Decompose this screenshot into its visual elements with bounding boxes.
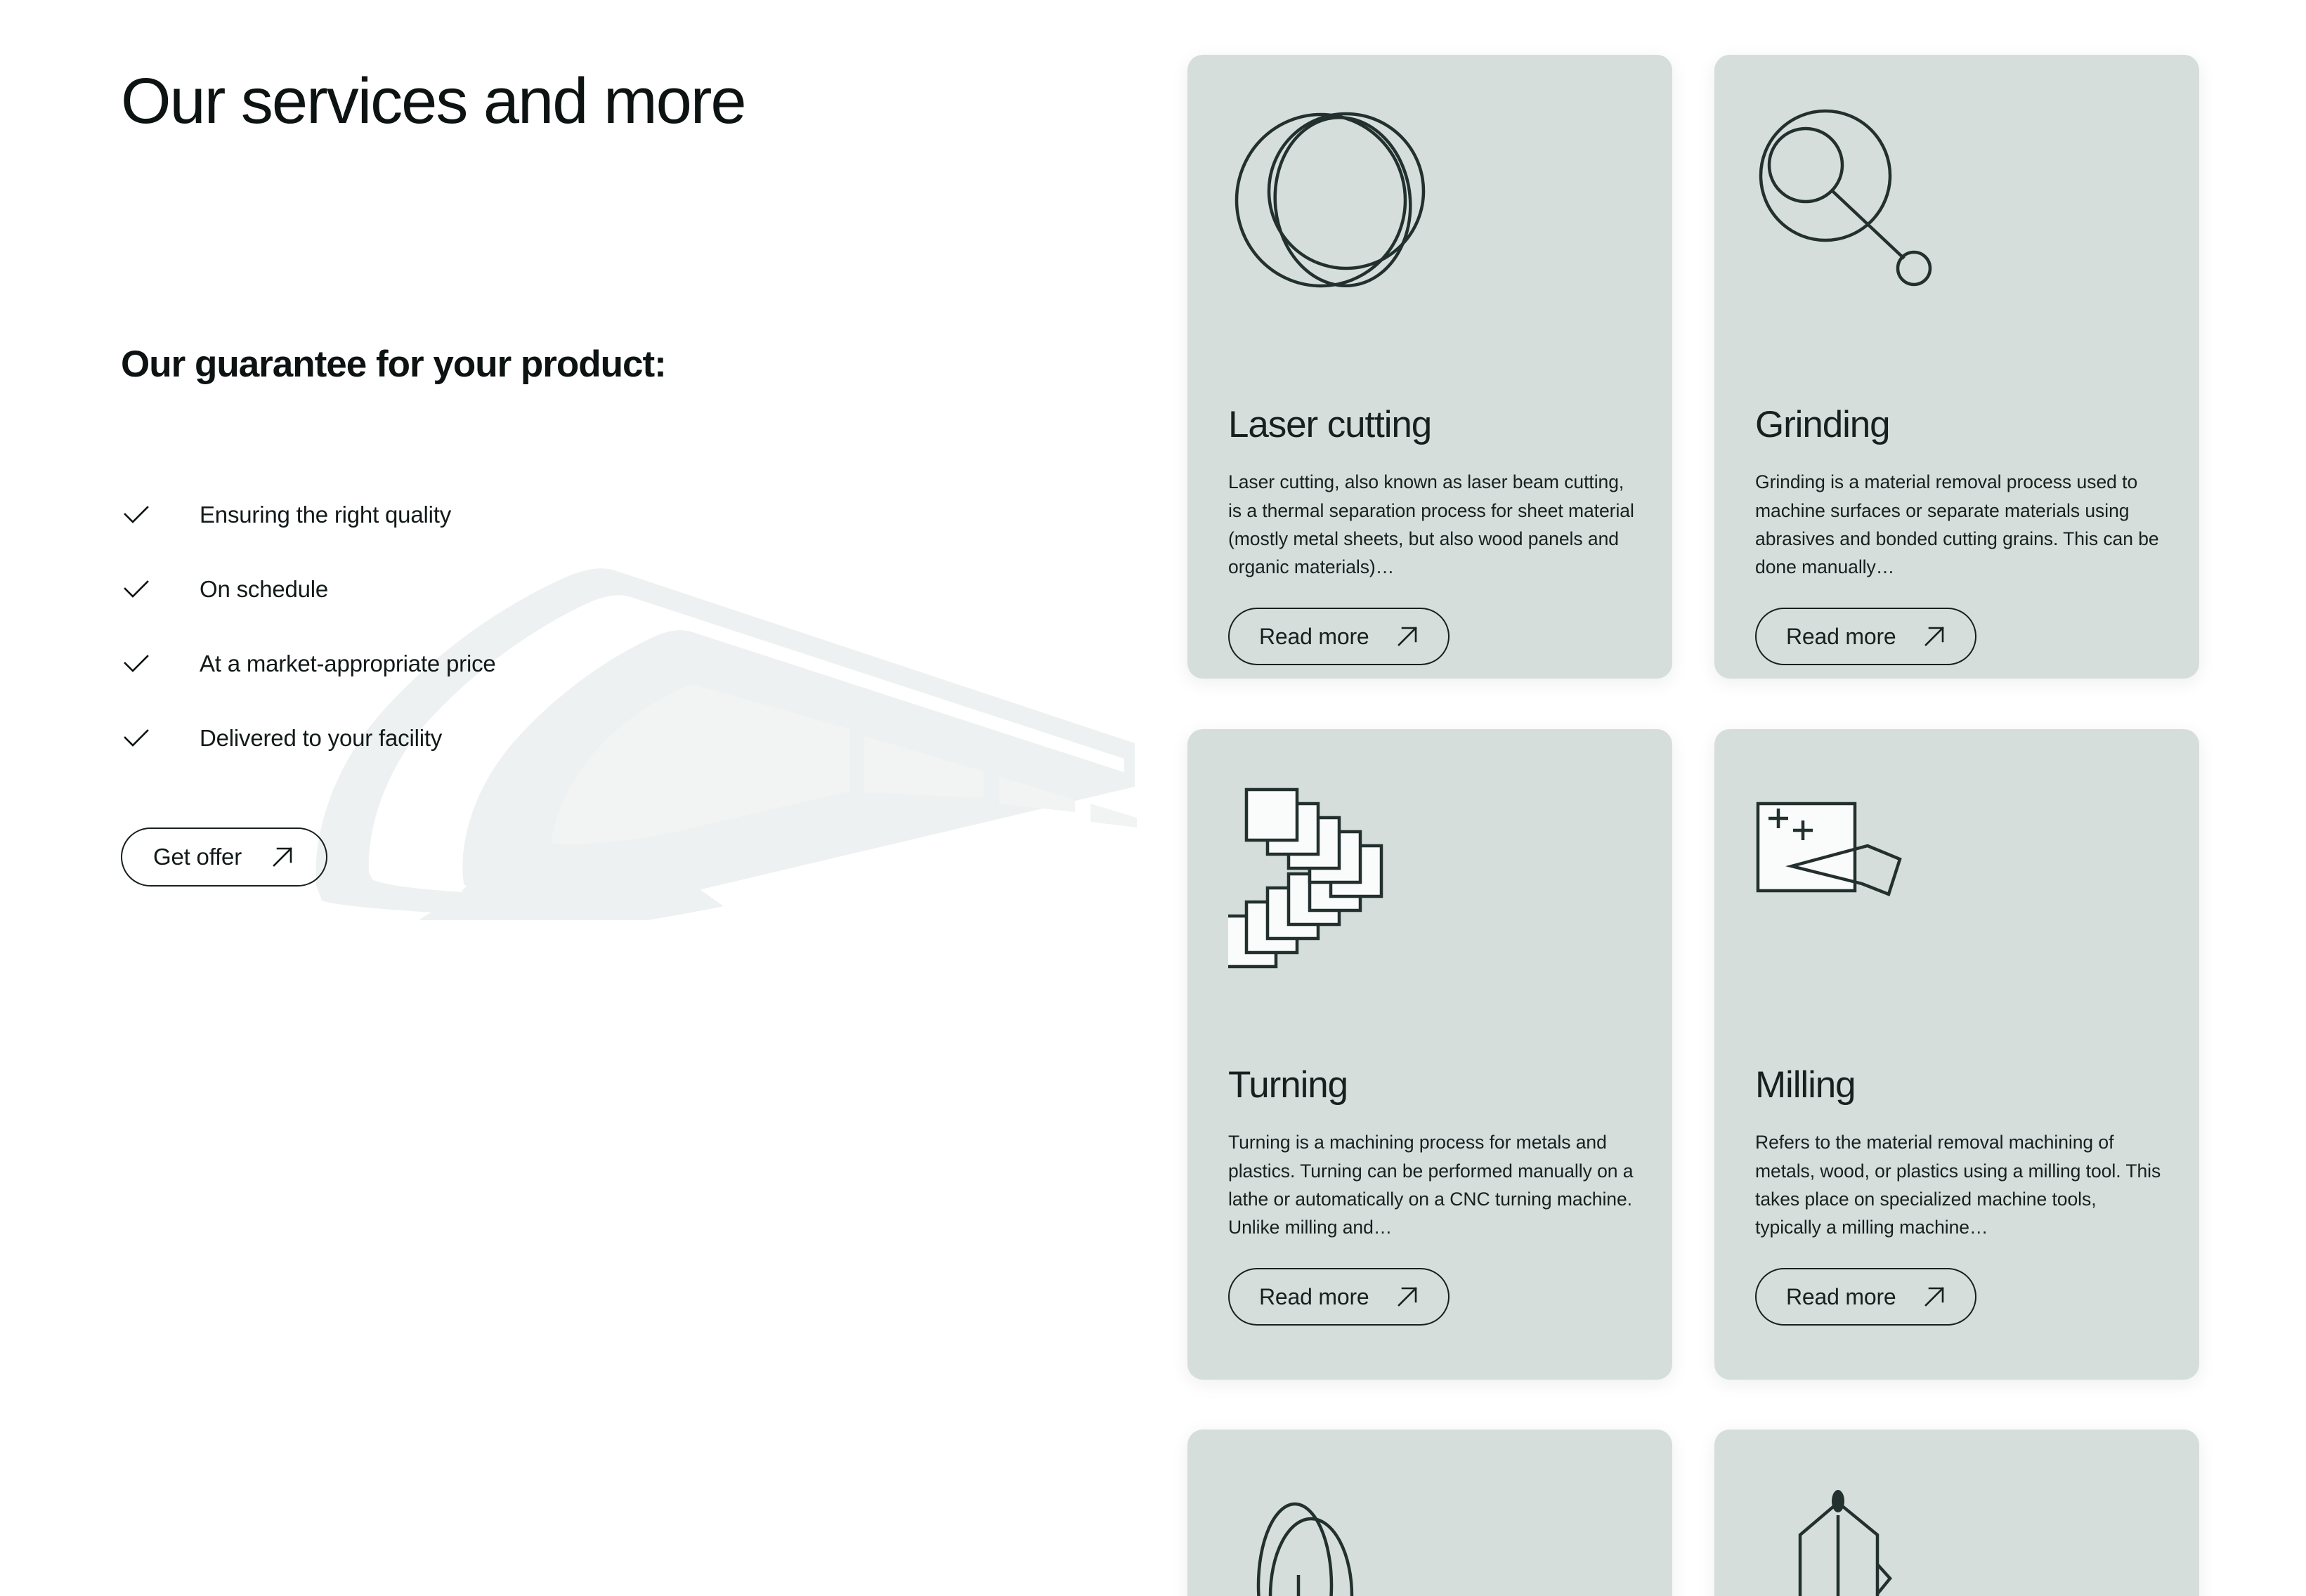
guarantee-heading: Our guarantee for your product:: [121, 344, 667, 385]
guarantee-item: At a market-appropriate price: [121, 627, 496, 701]
get-offer-button[interactable]: Get offer: [121, 828, 327, 887]
service-card-partial-left[interactable]: [1187, 1430, 1672, 1596]
guarantee-item-label: At a market-appropriate price: [200, 650, 496, 676]
arrow-up-right-icon: [273, 847, 292, 867]
read-more-button-label: Read more: [1786, 623, 1896, 649]
card-body: Turning Turning is a machining process f…: [1228, 1064, 1644, 1326]
read-more-button[interactable]: Read more: [1755, 1268, 1976, 1326]
guarantee-item: Delivered to your facility: [121, 701, 496, 776]
services-card-grid: Laser cutting Laser cutting, also known …: [1187, 0, 2306, 1596]
read-more-button[interactable]: Read more: [1755, 608, 1976, 666]
arrow-up-right-icon: [1924, 627, 1944, 647]
card-title: Turning: [1228, 1064, 1348, 1106]
arrow-up-right-icon: [1397, 627, 1417, 647]
read-more-button-label: Read more: [1259, 623, 1369, 649]
milling-plate-icon: [1756, 802, 1902, 896]
read-more-button-label: Read more: [1786, 1283, 1896, 1309]
read-more-button[interactable]: Read more: [1228, 608, 1450, 666]
service-card-turning[interactable]: Turning Turning is a machining process f…: [1187, 729, 1672, 1380]
card-description: Turning is a machining process for metal…: [1228, 1132, 1634, 1238]
left-column: Our services and more Our guarantee for …: [0, 0, 1187, 1596]
guarantee-item-label: On schedule: [200, 576, 329, 602]
check-icon: [124, 655, 149, 672]
hexagon-drill-icon: [1798, 1490, 1892, 1596]
card-body: Milling Refers to the material removal m…: [1755, 1064, 2171, 1326]
card-body: Grinding Grinding is a material removal …: [1755, 404, 2171, 666]
guarantee-item: Ensuring the right quality: [121, 478, 496, 552]
service-card-laser-cutting[interactable]: Laser cutting Laser cutting, also known …: [1187, 55, 1672, 679]
check-icon: [124, 506, 149, 523]
grinding-wheel-icon: [1759, 109, 1932, 287]
page-title: Our services and more: [121, 65, 747, 137]
guarantee-item-label: Delivered to your facility: [200, 725, 443, 751]
sphere-circles-icon: [1235, 112, 1426, 288]
read-more-button-label: Read more: [1259, 1283, 1369, 1309]
card-title: Grinding: [1755, 404, 1891, 445]
card-description: Grinding is a material removal process u…: [1755, 471, 2159, 578]
arrow-up-right-icon: [1924, 1287, 1944, 1307]
card-description: Laser cutting, also known as laser beam …: [1228, 471, 1634, 578]
services-page: Our services and more Our guarantee for …: [0, 0, 2306, 1596]
guarantee-item-label: Ensuring the right quality: [200, 502, 452, 528]
card-body: Laser cutting Laser cutting, also known …: [1228, 404, 1644, 666]
service-card-partial-right[interactable]: [1714, 1430, 2199, 1596]
service-card-grinding[interactable]: Grinding Grinding is a material removal …: [1714, 55, 2199, 679]
check-icon: [124, 580, 149, 598]
check-icon: [124, 729, 149, 747]
guarantee-item: On schedule: [121, 552, 496, 627]
stacked-squares-icon: [1228, 787, 1383, 969]
read-more-button[interactable]: Read more: [1228, 1268, 1450, 1326]
circle-arc-icon: [1256, 1502, 1354, 1596]
service-card-milling[interactable]: Milling Refers to the material removal m…: [1714, 729, 2199, 1380]
card-title: Laser cutting: [1228, 404, 1432, 445]
get-offer-button-label: Get offer: [153, 844, 242, 870]
card-title: Milling: [1755, 1064, 1856, 1106]
guarantee-list: Ensuring the right quality On schedule A…: [121, 478, 496, 776]
arrow-up-right-icon: [1397, 1287, 1417, 1307]
card-description: Refers to the material removal machining…: [1755, 1132, 2161, 1238]
